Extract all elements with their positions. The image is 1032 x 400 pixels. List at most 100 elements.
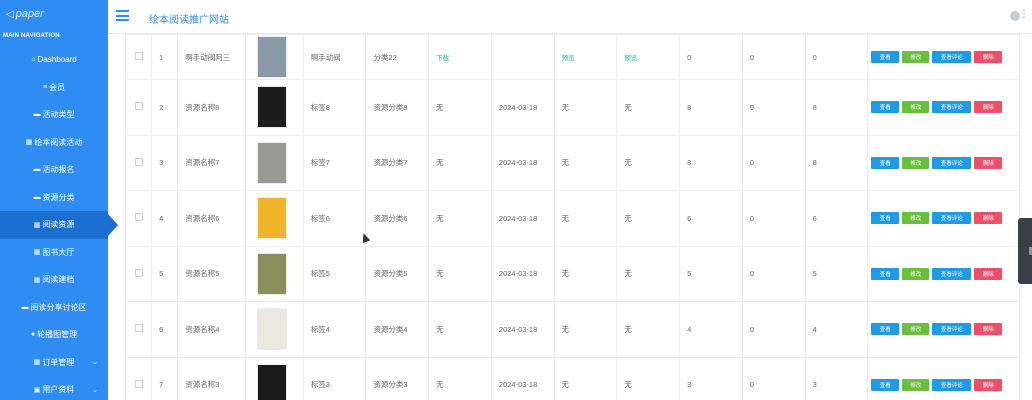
sidebar-item-label: 活动类型: [42, 110, 75, 120]
resource-category: 资源分类7: [373, 158, 408, 168]
preview-2: 无: [624, 213, 632, 223]
resource-file[interactable]: 下载: [436, 55, 449, 62]
resource-tag: 标签8: [310, 102, 330, 112]
view-button[interactable]: 查看: [871, 101, 900, 114]
sidebar-item-6[interactable]: ▦ 阅读资源: [0, 211, 118, 239]
resource-category: 资源分类8: [373, 102, 408, 112]
view-button[interactable]: 查看: [871, 51, 900, 63]
view-button[interactable]: 查看: [871, 323, 900, 336]
sidebar-item-label: Dashboard: [37, 55, 77, 65]
grid-icon: ▦: [33, 221, 41, 229]
sidebar-item-label: 阅读资源: [42, 220, 75, 230]
resource-file: 无: [436, 102, 444, 112]
view-button[interactable]: 查看: [871, 212, 900, 225]
logo[interactable]: ◁ paper: [0, 0, 108, 28]
publish-date: 2024-03-18: [498, 158, 538, 168]
preview-1: 无: [561, 102, 570, 112]
sidebar: ◁ paper MAIN NAVIGATION ⌂ Dashboard ≡ 会员 ▬ 活动…: [0, 0, 118, 400]
row-number: 2: [159, 102, 164, 112]
resource-tag: 标签4: [310, 324, 330, 334]
count-2: 0: [749, 52, 755, 62]
count-3: 8: [812, 102, 817, 112]
row-checkbox[interactable]: [135, 324, 143, 333]
chevron-down-icon: ⌄: [92, 386, 98, 394]
sidebar-item-1[interactable]: ≡ 会员: [0, 74, 108, 102]
sidebar-item-label: 会员: [49, 82, 66, 92]
resource-name: 资源名称8: [185, 102, 220, 112]
resource-tag: 标签6: [310, 213, 330, 223]
delete-button[interactable]: 删除: [974, 323, 1003, 336]
grid-icon: ▦: [33, 249, 41, 257]
sidebar-item-8[interactable]: ▦ 阅读建档: [0, 266, 108, 294]
preview-2: 无: [624, 158, 632, 168]
comment-icon: ▬: [33, 166, 41, 174]
preview-1[interactable]: 预览: [562, 55, 575, 62]
sidebar-item-2[interactable]: ▬ 活动类型: [0, 101, 108, 129]
edit-button[interactable]: 修改: [902, 323, 930, 336]
cover-image: [248, 36, 292, 79]
grid-icon: ▦: [25, 139, 33, 147]
sidebar-item-4[interactable]: ▬ 活动报名: [0, 156, 108, 184]
table-row: 3 资源名称7 标签7 资源分类7 无 2024-03-18 无 无 8 0 8 查看 修改 查看评论 删除: [124, 134, 1020, 191]
view-comments-button[interactable]: 查看评论: [932, 212, 972, 225]
sidebar-item-0[interactable]: ⌂ Dashboard: [0, 46, 108, 74]
view-comments-button[interactable]: 查看评论: [932, 51, 972, 63]
view-comments-button[interactable]: 查看评论: [932, 101, 972, 114]
row-number: 5: [159, 269, 164, 279]
delete-button[interactable]: 删除: [974, 212, 1003, 225]
more-vertical-icon[interactable]: ⋮: [1019, 9, 1029, 20]
count-3: 6: [812, 213, 817, 223]
edit-button[interactable]: 修改: [902, 101, 930, 114]
menu-toggle-icon[interactable]: [116, 10, 129, 21]
home-icon: ⌂: [31, 56, 36, 64]
view-button[interactable]: 查看: [871, 267, 900, 280]
edit-button[interactable]: 修改: [902, 212, 930, 225]
view-button[interactable]: 查看: [871, 156, 900, 169]
resource-name: 资源名称3: [185, 380, 220, 390]
view-comments-button[interactable]: 查看评论: [932, 267, 972, 280]
count-1: 3: [687, 380, 692, 390]
row-checkbox[interactable]: [135, 268, 143, 277]
row-checkbox[interactable]: [135, 102, 143, 111]
sidebar-item-9[interactable]: ▬ 阅读分享讨论区: [0, 294, 108, 322]
grid-icon: ▦: [33, 359, 41, 367]
resource-file: 无: [436, 324, 444, 334]
sidebar-item-label: 轮播图管理: [37, 330, 78, 340]
side-scroll-handle[interactable]: [1018, 218, 1032, 284]
count-1: 8: [687, 102, 692, 112]
view-comments-button[interactable]: 查看评论: [932, 156, 972, 169]
row-checkbox[interactable]: [135, 52, 143, 60]
resource-name: 啊手动阀阿三: [185, 52, 231, 62]
delete-button[interactable]: 删除: [974, 267, 1003, 280]
sidebar-item-10[interactable]: ● 轮播图管理: [0, 321, 108, 349]
row-checkbox[interactable]: [135, 213, 143, 222]
count-3: 5: [812, 269, 817, 279]
sidebar-item-7[interactable]: ▦ 图书大厅: [0, 239, 108, 267]
sidebar-item-label: 用户资料: [42, 385, 75, 395]
delete-button[interactable]: 删除: [974, 51, 1003, 63]
publish-date: 2024-03-18: [498, 102, 538, 112]
resource-file: 无: [436, 269, 444, 279]
list-icon: ≡: [42, 83, 48, 91]
edit-button[interactable]: 修改: [902, 378, 930, 391]
edit-button[interactable]: 修改: [902, 267, 930, 280]
delete-button[interactable]: 删除: [974, 378, 1003, 391]
row-checkbox[interactable]: [135, 157, 143, 166]
delete-button[interactable]: 删除: [974, 101, 1003, 114]
preview-2[interactable]: 预览: [624, 55, 637, 62]
cover-image: [248, 196, 292, 240]
table-row: 6 资源名称4 标签4 资源分类4 无 2024-03-18 无 无 4 0 4 查看 修改 查看评论 删除: [124, 301, 1020, 358]
edit-button[interactable]: 修改: [902, 51, 930, 63]
sidebar-item-11[interactable]: ▦ 订单管理 ⌄: [0, 349, 108, 377]
comment-icon: ▬: [33, 111, 41, 119]
edit-button[interactable]: 修改: [902, 156, 930, 169]
view-button[interactable]: 查看: [871, 378, 900, 391]
sidebar-item-label: 阅读分享讨论区: [30, 302, 87, 312]
sidebar-item-5[interactable]: ▬ 资源分类: [0, 184, 108, 212]
sidebar-item-3[interactable]: ▦ 绘本阅读活动: [0, 129, 108, 157]
delete-button[interactable]: 删除: [974, 156, 1003, 169]
view-comments-button[interactable]: 查看评论: [932, 323, 972, 336]
sidebar-item-12[interactable]: ▣ 用户资料 ⌄: [0, 376, 108, 400]
row-checkbox[interactable]: [135, 379, 143, 388]
view-comments-button[interactable]: 查看评论: [932, 378, 972, 391]
